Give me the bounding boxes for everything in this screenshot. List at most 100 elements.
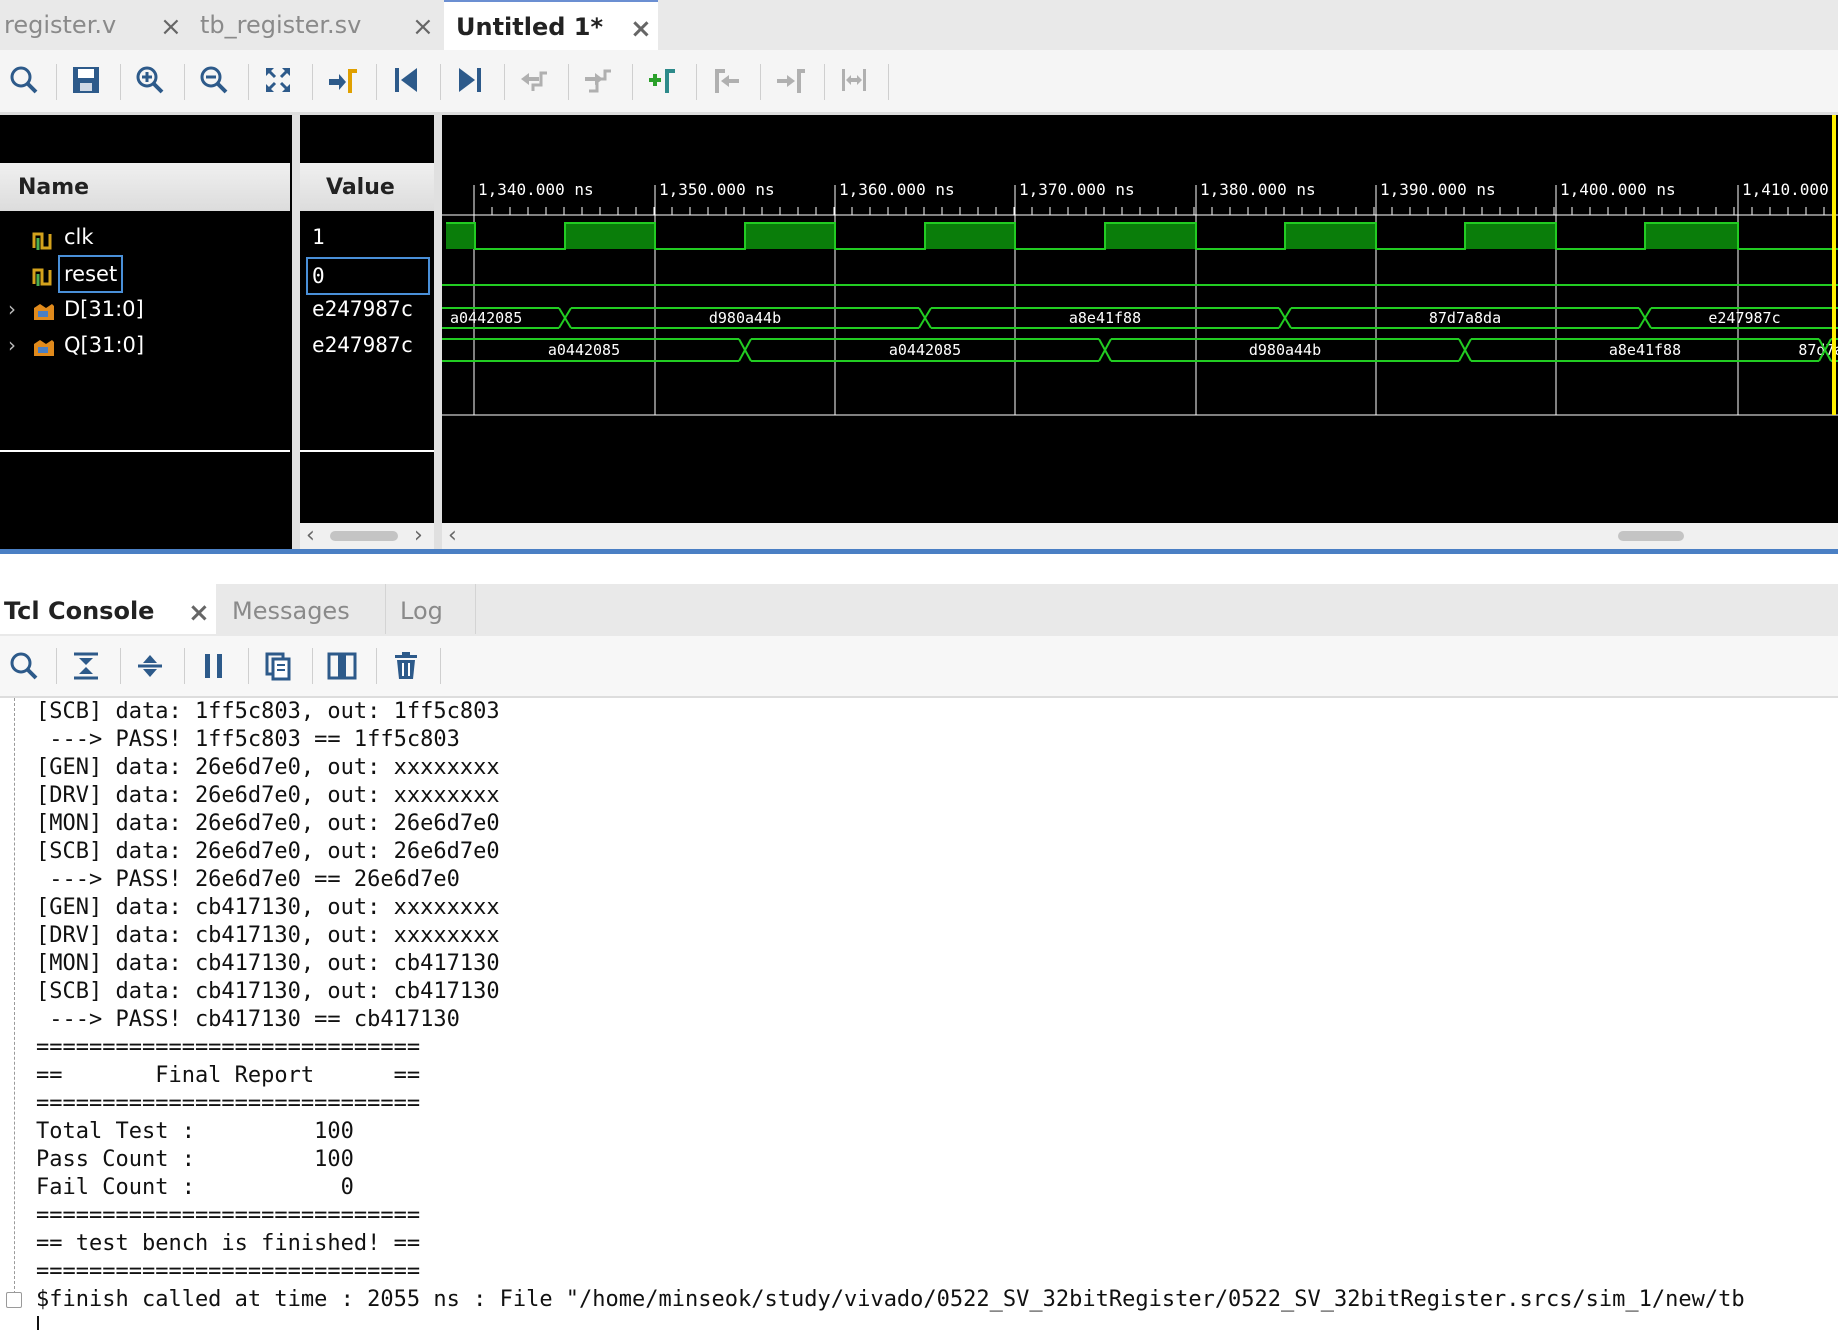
console-line: ============================= (36, 1035, 421, 1060)
separator (312, 648, 313, 684)
tab-untitled-1[interactable]: Untitled 1* × (444, 0, 658, 50)
separator (184, 648, 185, 684)
clk-high-fill (925, 223, 1015, 249)
separator (632, 64, 633, 100)
fold-icon[interactable] (6, 1292, 22, 1308)
console-line: ---> PASS! cb417130 == cb417130 (36, 1007, 460, 1032)
tab-label: Tcl Console (4, 597, 155, 625)
clk-high-fill (446, 223, 475, 249)
waveform-panel[interactable]: 1,340.000 ns 1,350.000 ns 1,360.000 ns 1,37… (442, 115, 1838, 523)
signal-row-reset[interactable]: reset (0, 255, 290, 293)
goto-cursor-icon[interactable] (322, 60, 362, 100)
scrollbar-thumb[interactable] (1618, 531, 1684, 541)
console-line: [SCB] data: 1ff5c803, out: 1ff5c803 (36, 699, 500, 724)
panel-bottom-border (0, 549, 1838, 554)
separator (504, 64, 505, 100)
goto-last-time-icon[interactable] (450, 60, 490, 100)
time-tick-label: 1,350.000 ns (659, 180, 775, 199)
q-bus-value-label: a0442085 (889, 341, 961, 359)
waveform-canvas[interactable]: 1,340.000 ns 1,350.000 ns 1,360.000 ns 1,37… (442, 115, 1838, 523)
value-column-header[interactable]: Value (300, 163, 434, 211)
name-column-header[interactable]: Name (0, 163, 290, 211)
zoom-out-icon[interactable] (194, 60, 234, 100)
console-line: [GEN] data: cb417130, out: xxxxxxxx (36, 895, 500, 920)
search-icon[interactable] (4, 60, 44, 100)
add-marker-icon[interactable] (642, 60, 682, 100)
console-line: $finish called at time : 2055 ns : File … (36, 1287, 1745, 1312)
tab-label: Log (400, 597, 443, 625)
text-caret (37, 1316, 39, 1330)
name-panel: Name clk reset › D[31:0] › Q[31:0] (0, 115, 292, 549)
console-line: [SCB] data: cb417130, out: cb417130 (36, 979, 500, 1004)
goto-time-0-icon[interactable] (386, 60, 426, 100)
d-bus-value-label: e247987c (1708, 309, 1780, 327)
collapse-all-icon[interactable] (66, 646, 106, 686)
next-transition-icon[interactable] (578, 60, 618, 100)
tab-label: register.v (4, 11, 117, 39)
previous-marker-icon[interactable] (706, 60, 746, 100)
value-reset-box[interactable]: 0 (306, 257, 430, 295)
save-icon[interactable] (66, 60, 106, 100)
d-bus-value-label: 87d7a8da (1429, 309, 1501, 327)
clear-icon[interactable] (386, 646, 426, 686)
separator (376, 64, 377, 100)
close-icon[interactable]: × (412, 4, 434, 50)
signal-row-d[interactable]: › D[31:0] (0, 291, 290, 327)
console-line: ============================= (36, 1203, 421, 1228)
search-icon[interactable] (4, 646, 44, 686)
separator (696, 64, 697, 100)
tab-messages[interactable]: Messages (222, 584, 386, 634)
console-line: ---> PASS! 1ff5c803 == 1ff5c803 (36, 727, 460, 752)
scrollbar-names[interactable]: ‹ › (300, 523, 434, 549)
console-line: ============================= (36, 1091, 421, 1116)
value-divider (300, 450, 434, 452)
tab-register-v[interactable]: register.v × (0, 0, 188, 50)
columns-icon[interactable] (322, 646, 362, 686)
panel-splitter[interactable] (434, 115, 442, 549)
zoom-in-icon[interactable] (130, 60, 170, 100)
scrollbar-wave[interactable]: ‹ (442, 523, 1838, 549)
clk-high-fill (1285, 223, 1376, 249)
clk-high-fill (565, 223, 655, 249)
chevron-left-icon[interactable]: ‹ (448, 523, 457, 548)
console-line: [SCB] data: 26e6d7e0, out: 26e6d7e0 (36, 839, 500, 864)
separator (248, 64, 249, 100)
console-line: [DRV] data: 26e6d7e0, out: xxxxxxxx (36, 783, 500, 808)
close-icon[interactable]: × (630, 6, 652, 52)
expand-all-icon[interactable] (130, 646, 170, 686)
editor-tab-bar: register.v × tb_register.sv × Untitled 1… (0, 0, 1838, 50)
chevron-left-icon[interactable]: ‹ (306, 523, 315, 548)
d-bus-value-label: a8e41f88 (1069, 309, 1141, 327)
chevron-right-icon[interactable]: › (8, 291, 16, 327)
value-q: e247987c (312, 333, 414, 357)
tab-tcl-console[interactable]: Tcl Console × (0, 584, 216, 634)
tab-log[interactable]: Log (390, 584, 476, 634)
value-header-label: Value (326, 175, 395, 200)
tab-label: tb_register.sv (200, 11, 362, 39)
console-line: ---> PASS! 26e6d7e0 == 26e6d7e0 (36, 867, 460, 892)
value-d: e247987c (312, 297, 414, 321)
signal-row-q[interactable]: › Q[31:0] (0, 327, 290, 363)
panel-splitter[interactable] (292, 115, 300, 549)
signal-row-clk[interactable]: clk (0, 219, 290, 255)
console-line: Total Test : 100 (36, 1119, 354, 1144)
signal-name: clk (64, 225, 94, 249)
close-icon[interactable]: × (160, 4, 182, 50)
copy-icon[interactable] (258, 646, 298, 686)
pause-icon[interactable] (194, 646, 234, 686)
close-icon[interactable]: × (188, 590, 210, 636)
console-line: Pass Count : 100 (36, 1147, 354, 1172)
scrollbar-thumb[interactable] (330, 531, 398, 541)
console-line: == Final Report == (36, 1063, 421, 1088)
fold-guide (14, 698, 15, 1294)
previous-transition-icon[interactable] (514, 60, 554, 100)
tcl-console-output[interactable]: [SCB] data: 1ff5c803, out: 1ff5c803 --->… (0, 698, 1838, 1330)
chevron-right-icon[interactable]: › (414, 523, 423, 548)
next-marker-icon[interactable] (770, 60, 810, 100)
chevron-right-icon[interactable]: › (8, 327, 16, 363)
swap-cursors-icon[interactable] (834, 60, 874, 100)
tab-tb-register-sv[interactable]: tb_register.sv × (196, 0, 440, 50)
zoom-fit-icon[interactable] (258, 60, 298, 100)
console-line: [MON] data: 26e6d7e0, out: 26e6d7e0 (36, 811, 500, 836)
separator (440, 648, 441, 684)
